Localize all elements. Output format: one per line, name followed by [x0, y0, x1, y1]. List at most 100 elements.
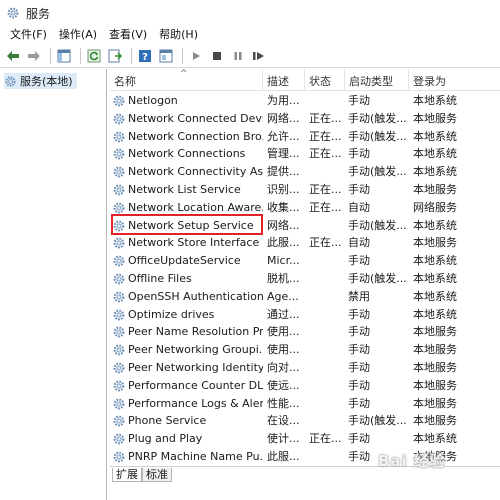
column-name-label: 名称: [114, 75, 136, 88]
service-description: Age...: [267, 289, 299, 303]
restart-service-button[interactable]: [250, 47, 268, 65]
service-row[interactable]: Performance Counter DL... 使远... 手动 本地服务: [110, 377, 500, 395]
service-row[interactable]: OpenSSH Authentication ... Age... 禁用 本地系统: [110, 288, 500, 306]
forward-button[interactable]: [25, 47, 43, 65]
service-row[interactable]: Peer Networking Groupi... 使用... 手动 本地服务: [110, 341, 500, 359]
service-status: 正在...: [309, 111, 342, 125]
service-status: [309, 217, 345, 235]
stop-service-button[interactable]: [208, 47, 226, 65]
service-name-cell: OpenSSH Authentication ...: [110, 288, 263, 306]
service-name-cell: Network List Service: [110, 181, 263, 199]
properties-button[interactable]: [157, 47, 175, 65]
show-hide-console-tree-button[interactable]: [55, 47, 73, 65]
service-row[interactable]: Netlogon 为用... 手动 本地系统: [110, 92, 500, 110]
tab-standard[interactable]: 标准: [142, 468, 172, 482]
column-header-name[interactable]: 名称 ^: [110, 69, 263, 91]
service-row[interactable]: Network Connection Bro... 允许... 正在... 手动(触发…: [110, 128, 500, 146]
service-startup-type: 手动(触发...: [348, 129, 407, 143]
tab-extended[interactable]: 扩展: [112, 468, 142, 482]
menu-action[interactable]: 操作(A): [53, 26, 103, 44]
column-header-description[interactable]: 描述: [263, 69, 305, 91]
service-description: 允许...: [267, 129, 300, 143]
service-row[interactable]: OfficeUpdateService Micr... 手动 本地系统: [110, 252, 500, 270]
service-name-cell: PNRP Machine Name Pu...: [110, 448, 263, 466]
pause-service-button[interactable]: [229, 47, 247, 65]
service-status: [309, 395, 345, 413]
service-row[interactable]: Plug and Play 使计... 正在... 手动 本地系统: [110, 430, 500, 448]
service-name: Network Location Aware...: [128, 200, 263, 214]
refresh-icon: [87, 49, 101, 62]
service-status: [309, 377, 345, 395]
service-name: Peer Networking Groupi...: [128, 343, 263, 357]
service-logon-as: 本地系统: [413, 147, 457, 161]
service-name: Network List Service: [128, 183, 241, 196]
column-logon-label: 登录为: [413, 75, 446, 88]
service-description: 性能...: [267, 396, 300, 410]
menu-view[interactable]: 查看(V): [103, 26, 153, 44]
service-startup-type: 手动: [348, 307, 370, 321]
service-gear-icon: [113, 433, 125, 445]
service-rows: Netlogon 为用... 手动 本地系统 Network Connected Dev…: [110, 92, 500, 470]
service-row[interactable]: Offline Files 脱机... 手动(触发... 本地系统: [110, 270, 500, 288]
column-header-startup-type[interactable]: 启动类型: [345, 69, 409, 91]
menu-help[interactable]: 帮助(H): [153, 26, 204, 44]
service-row[interactable]: Peer Name Resolution Pr... 使用... 手动 本地服务: [110, 323, 500, 341]
toolbar-separator: [80, 47, 81, 64]
service-row[interactable]: Network Location Aware... 收集... 正在... 自动 网络服…: [110, 199, 500, 217]
help-button[interactable]: ?: [136, 47, 154, 65]
service-row[interactable]: Network Connected Devi... 网络... 正在... 手动(触发…: [110, 110, 500, 128]
service-logon-as: 本地系统: [413, 165, 457, 179]
service-name-cell: Peer Networking Groupi...: [110, 341, 263, 359]
service-name: Network Connected Devi...: [128, 111, 263, 125]
start-service-button[interactable]: [187, 47, 205, 65]
service-startup-type: 手动: [348, 254, 370, 268]
tree-item-services-local[interactable]: 服务(本地): [4, 73, 77, 89]
watermark: Bai 经验: [378, 452, 446, 470]
service-gear-icon: [113, 273, 125, 285]
service-startup-type: 手动: [348, 183, 370, 196]
service-row[interactable]: Optimize drives 通过... 手动 本地系统: [110, 306, 500, 324]
service-row[interactable]: Network List Service 识别... 正在... 手动 本地服务: [110, 181, 500, 199]
service-logon-as: 本地服务: [413, 183, 457, 196]
service-logon-as: 本地服务: [413, 414, 457, 428]
service-row[interactable]: Performance Logs & Aler... 性能... 手动 本地服务: [110, 395, 500, 413]
services-list: 名称 ^ 描述 状态 启动类型 登录为 Netlogon 为用... 手动 本地系统 N…: [110, 69, 500, 500]
service-row[interactable]: Network Connections 管理... 正在... 手动 本地系统: [110, 145, 500, 163]
service-row[interactable]: Network Store Interface ... 此服... 正在... 自动 本…: [110, 234, 500, 252]
service-row[interactable]: Network Setup Service 网络... 手动(触发... 本地系统: [110, 217, 500, 235]
menu-file[interactable]: 文件(F): [4, 26, 53, 44]
service-status: 正在...: [309, 432, 342, 446]
service-row[interactable]: Network Connectivity Ass... 提供... 手动(触发...…: [110, 163, 500, 181]
service-name: Performance Counter DL...: [128, 378, 263, 392]
export-list-icon: [108, 49, 122, 62]
service-status: [309, 323, 345, 341]
refresh-button[interactable]: [85, 47, 103, 65]
service-name-cell: Performance Logs & Aler...: [110, 395, 263, 413]
column-header-logon[interactable]: 登录为: [409, 69, 500, 91]
service-name: Plug and Play: [128, 432, 203, 446]
svg-text:?: ?: [142, 52, 148, 63]
export-list-button[interactable]: [106, 47, 124, 65]
title-bar: 服务: [0, 0, 500, 26]
service-startup-type: 自动: [348, 236, 370, 250]
service-startup-type: 自动: [348, 200, 370, 214]
play-icon: [193, 51, 200, 60]
service-startup-type: 手动(触发...: [348, 165, 407, 179]
service-row[interactable]: Phone Service 在设... 手动(触发... 本地服务: [110, 412, 500, 430]
service-gear-icon: [113, 291, 125, 303]
service-gear-icon: [113, 202, 125, 214]
stop-icon: [213, 51, 221, 60]
column-header-status[interactable]: 状态: [305, 69, 345, 91]
service-name: Peer Networking Identity...: [128, 361, 263, 374]
service-name: Network Connections: [128, 147, 246, 161]
console-tree-icon: [57, 49, 71, 62]
service-description: 使用...: [267, 325, 300, 339]
service-description: 网络...: [267, 111, 300, 125]
service-name: OfficeUpdateService: [128, 254, 241, 268]
service-row[interactable]: Peer Networking Identity... 向对... 手动 本地服务: [110, 359, 500, 377]
back-button[interactable]: [4, 47, 22, 65]
toolbar-separator: [50, 47, 51, 64]
service-name-cell: Network Connections: [110, 145, 263, 163]
service-name-cell: OfficeUpdateService: [110, 252, 263, 270]
service-gear-icon: [113, 131, 125, 143]
